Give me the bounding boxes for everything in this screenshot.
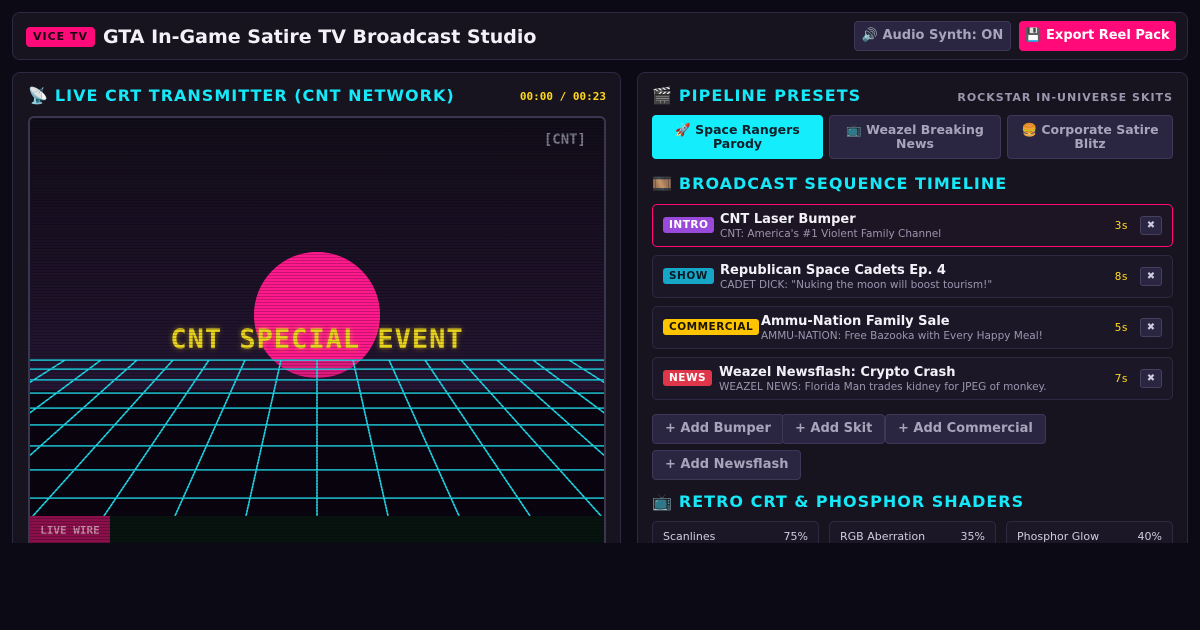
transmitter-title: 📡 LIVE CRT TRANSMITTER (CNT NETWORK) — [28, 85, 455, 107]
timeline-title-text: BROADCAST SEQUENCE TIMELINE — [678, 174, 1008, 193]
segment-duration: 3s — [1114, 219, 1128, 232]
delete-segment-button[interactable]: ✖ — [1140, 369, 1162, 388]
shader-value: 35% — [960, 530, 985, 543]
timeline-row[interactable]: NEWS Weazel Newsflash: Crypto Crash WEAZ… — [652, 357, 1173, 400]
crt-monitor[interactable]: CNT SPECIAL EVENT [CNT] LIVE WIRE — [28, 116, 606, 543]
segment-title: Republican Space Cadets Ep. 4 — [720, 263, 946, 278]
segment-subtitle: CNT: America's #1 Violent Family Channel — [720, 228, 942, 240]
add-newsflash-button[interactable]: + Add Newsflash — [652, 450, 802, 480]
shader-phosphor-glow-control[interactable]: Phosphor Glow 40% — [1006, 521, 1173, 543]
delete-segment-button[interactable]: ✖ — [1140, 318, 1162, 337]
timeline-row[interactable]: SHOW Republican Space Cadets Ep. 4 CADET… — [652, 255, 1173, 298]
segment-title: CNT Laser Bumper — [720, 212, 856, 227]
segment-subtitle: WEAZEL NEWS: Florida Man trades kidney f… — [719, 381, 1047, 393]
presets-subtitle: ROCKSTAR IN-UNIVERSE SKITS — [957, 91, 1173, 104]
add-skit-button[interactable]: + Add Skit — [782, 414, 886, 444]
presets-title-text: PIPELINE PRESETS — [678, 86, 862, 105]
segment-tag-show: SHOW — [663, 268, 714, 284]
cnt-watermark: [CNT] — [543, 132, 586, 148]
preset-space-rangers-button[interactable]: 🚀 Space Rangers Parody — [652, 115, 823, 159]
segment-subtitle: CADET DICK: "Nuking the moon will boost … — [720, 279, 993, 291]
segment-subtitle: AMMU-NATION: Free Bazooka with Every Hap… — [761, 330, 1043, 342]
presets-title: 🎬 PIPELINE PRESETS — [652, 85, 861, 107]
timeline-row[interactable]: COMMERCIAL Ammu-Nation Family Sale AMMU-… — [652, 306, 1173, 349]
app-title: GTA In-Game Satire TV Broadcast Studio — [103, 26, 537, 48]
shader-rgb-aberration-control[interactable]: RGB Aberration 35% — [829, 521, 996, 543]
shader-value: 40% — [1137, 530, 1162, 543]
clapper-board-icon: 🎬 — [652, 86, 673, 105]
segment-tag-commercial: COMMERCIAL — [663, 319, 760, 335]
add-bumper-button[interactable]: + Add Bumper — [652, 414, 784, 444]
segment-duration: 7s — [1114, 372, 1128, 385]
synthwave-sun-lower — [254, 252, 380, 378]
live-wire-label: LIVE WIRE — [30, 516, 110, 543]
audio-synth-toggle-button[interactable]: 🔊 Audio Synth: ON — [854, 21, 1011, 51]
playback-timecode: 00:00 / 00:23 — [519, 90, 606, 103]
television-icon: 📺 — [652, 492, 673, 511]
satellite-antenna-icon: 📡 — [28, 86, 49, 105]
shader-scanlines-control[interactable]: Scanlines 75% — [652, 521, 819, 543]
shaders-title-text: RETRO CRT & PHOSPHOR SHADERS — [678, 492, 1025, 511]
brand-badge: VICE TV — [26, 27, 96, 47]
segment-duration: 5s — [1114, 321, 1128, 334]
transmitter-title-text: LIVE CRT TRANSMITTER (CNT NETWORK) — [54, 86, 455, 105]
segment-title: Ammu-Nation Family Sale — [761, 314, 950, 329]
film-frames-icon: 🎞️ — [652, 174, 673, 193]
segment-title: Weazel Newsflash: Crypto Crash — [719, 365, 956, 380]
shader-name: Scanlines — [663, 530, 716, 543]
live-ticker-bar — [110, 516, 604, 543]
shader-name: Phosphor Glow — [1017, 530, 1100, 543]
preset-corporate-satire-button[interactable]: 🍔 Corporate Satire Blitz — [1007, 115, 1173, 159]
delete-segment-button[interactable]: ✖ — [1140, 216, 1162, 235]
segment-tag-news: NEWS — [663, 370, 713, 386]
timeline-row[interactable]: INTRO CNT Laser Bumper CNT: America's #1… — [652, 204, 1173, 247]
control-panel: 🎬 PIPELINE PRESETS ROCKSTAR IN-UNIVERSE S… — [637, 72, 1188, 543]
shader-value: 75% — [783, 530, 808, 543]
segment-duration: 8s — [1114, 270, 1128, 283]
export-reel-pack-button[interactable]: 💾 Export Reel Pack — [1019, 21, 1176, 51]
event-text: CNT SPECIAL EVENT — [170, 324, 464, 355]
preset-weazel-news-button[interactable]: 📺 Weazel Breaking News — [829, 115, 1001, 159]
segment-tag-intro: INTRO — [663, 217, 715, 233]
timeline-title: 🎞️ BROADCAST SEQUENCE TIMELINE — [652, 173, 1007, 195]
transmitter-panel: 📡 LIVE CRT TRANSMITTER (CNT NETWORK) 00:0… — [12, 72, 621, 543]
top-header: VICE TV GTA In-Game Satire TV Broadcast … — [12, 12, 1188, 60]
add-commercial-button[interactable]: + Add Commercial — [885, 414, 1046, 444]
app-root: VICE TV GTA In-Game Satire TV Broadcast … — [0, 0, 1200, 543]
shaders-title: 📺 RETRO CRT & PHOSPHOR SHADERS — [652, 491, 1024, 513]
shader-name: RGB Aberration — [840, 530, 926, 543]
delete-segment-button[interactable]: ✖ — [1140, 267, 1162, 286]
